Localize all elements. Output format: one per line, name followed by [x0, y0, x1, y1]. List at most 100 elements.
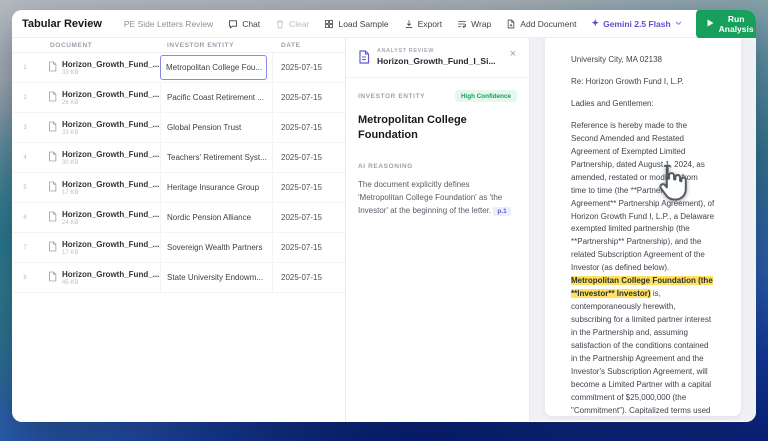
- table-row: 1 Horizon_Growth_Fund_... 33 KB Metropoli…: [12, 53, 345, 83]
- document-page: University City, MA 02138 Re: Horizon Gr…: [545, 38, 741, 416]
- run-analysis-button[interactable]: Run Analysis: [695, 10, 756, 39]
- document-viewer[interactable]: University City, MA 02138 Re: Horizon Gr…: [530, 38, 756, 421]
- document-cell[interactable]: Horizon_Growth_Fund_... 24 KB: [38, 209, 160, 227]
- document-cell[interactable]: Horizon_Growth_Fund_... 30 KB: [38, 149, 160, 167]
- file-icon: [48, 179, 57, 197]
- document-cell[interactable]: Horizon_Growth_Fund_... 33 KB: [38, 59, 160, 77]
- document-cell[interactable]: Horizon_Growth_Fund_... 45 KB: [38, 269, 160, 287]
- investor-cell-selected[interactable]: Metropolitan College Fou...: [160, 55, 267, 80]
- document-size: 26 KB: [62, 99, 79, 106]
- sparkle-icon: ✦: [591, 18, 600, 28]
- export-icon: [404, 19, 414, 29]
- investor-cell[interactable]: Teachers' Retirement Syst...: [160, 143, 272, 172]
- investor-cell[interactable]: Nordic Pension Alliance: [160, 203, 272, 232]
- file-icon: [48, 269, 57, 287]
- wrap-button[interactable]: Wrap: [457, 19, 491, 29]
- investor-cell[interactable]: State University Endowm...: [160, 263, 272, 292]
- column-header-date[interactable]: DATE: [272, 42, 345, 49]
- document-name: Horizon_Growth_Fund_...: [62, 179, 160, 189]
- document-size: 30 KB: [62, 159, 79, 166]
- table-row: 6 Horizon_Growth_Fund_... 24 KB Nordic Pe…: [12, 203, 345, 233]
- column-header-document[interactable]: DOCUMENT: [38, 42, 160, 49]
- table-row: 4 Horizon_Growth_Fund_... 30 KB Teachers'…: [12, 143, 345, 173]
- app-header: Tabular Review PE Side Letters Review Ch…: [12, 10, 756, 39]
- investor-cell[interactable]: Global Pension Trust: [160, 113, 272, 142]
- document-size: 45 KB: [62, 279, 79, 286]
- investor-cell[interactable]: Pacific Coast Retirement ...: [160, 83, 272, 112]
- table-row: 5 Horizon_Growth_Fund_... 17 KB Heritage …: [12, 173, 345, 203]
- date-cell[interactable]: 2025-07-15: [272, 143, 345, 172]
- field-value: Metropolitan College Foundation: [358, 114, 467, 141]
- clear-button[interactable]: Clear: [275, 19, 309, 29]
- document-name: Horizon_Growth_Fund_...: [62, 149, 160, 159]
- document-cell[interactable]: Horizon_Growth_Fund_... 17 KB: [38, 179, 160, 197]
- file-icon: [48, 59, 57, 77]
- play-icon: [707, 19, 714, 29]
- document-name: Horizon_Growth_Fund_...: [62, 119, 160, 129]
- table-row: 7 Horizon_Growth_Fund_... 17 KB Sovereign…: [12, 233, 345, 263]
- file-icon: [48, 209, 57, 227]
- export-button[interactable]: Export: [404, 19, 442, 29]
- add-document-icon: [506, 19, 516, 29]
- document-size: 17 KB: [62, 189, 79, 196]
- citation-badge[interactable]: p.1: [493, 207, 511, 217]
- row-number: 8: [23, 274, 27, 281]
- confidence-badge: High Confidence: [454, 90, 517, 102]
- date-cell[interactable]: 2025-07-15: [272, 113, 345, 142]
- document-name: Horizon_Growth_Fund_...: [62, 269, 160, 279]
- date-cell[interactable]: 2025-07-15: [272, 53, 345, 82]
- letter-re-line: Re: Horizon Growth Fund I, L.P.: [571, 76, 684, 86]
- file-icon: [48, 149, 57, 167]
- app-title: Tabular Review: [22, 17, 102, 30]
- document-size: 17 KB: [62, 249, 79, 256]
- load-sample-button[interactable]: Load Sample: [324, 19, 389, 29]
- row-number: 5: [23, 184, 27, 191]
- table-header-row: DOCUMENT INVESTOR ENTITY DATE: [12, 38, 345, 53]
- add-document-button[interactable]: Add Document: [506, 19, 577, 29]
- chevron-down-icon: [675, 21, 682, 26]
- documents-table: DOCUMENT INVESTOR ENTITY DATE 1 Horizon_…: [12, 38, 345, 421]
- document-name: Horizon_Growth_Fund_...: [62, 209, 160, 219]
- analyst-file-icon: [358, 50, 370, 69]
- date-cell[interactable]: 2025-07-15: [272, 263, 345, 292]
- file-icon: [48, 119, 57, 137]
- table-row: 2 Horizon_Growth_Fund_... 26 KB Pacific C…: [12, 83, 345, 113]
- wrap-icon: [457, 19, 467, 29]
- letter-body: Reference is hereby made to the Second A…: [571, 120, 715, 415]
- document-name: Horizon_Growth_Fund_...: [62, 239, 160, 249]
- date-cell[interactable]: 2025-07-15: [272, 83, 345, 112]
- analyst-review-header: ANALYST REVIEW Horizon_Growth_Fund_I_Si.…: [346, 38, 529, 78]
- highlighted-citation-text[interactable]: Metropolitan College Foundation (the **I…: [571, 276, 713, 299]
- document-cell[interactable]: Horizon_Growth_Fund_... 26 KB: [38, 89, 160, 107]
- model-selector[interactable]: ✦ Gemini 2.5 Flash: [592, 18, 682, 29]
- column-header-investor[interactable]: INVESTOR ENTITY: [160, 42, 272, 49]
- table-row: 3 Horizon_Growth_Fund_... 33 KB Global Pe…: [12, 113, 345, 143]
- ai-reasoning-label: AI REASONING: [358, 162, 413, 170]
- document-cell[interactable]: Horizon_Growth_Fund_... 17 KB: [38, 239, 160, 257]
- investor-cell[interactable]: Heritage Insurance Group: [160, 173, 272, 202]
- trash-icon: [275, 19, 285, 29]
- table-row: 8 Horizon_Growth_Fund_... 45 KB State Uni…: [12, 263, 345, 293]
- row-number: 2: [23, 94, 27, 101]
- close-icon[interactable]: ×: [507, 48, 519, 61]
- row-number: 4: [23, 154, 27, 161]
- file-icon: [48, 89, 57, 107]
- row-number: 1: [23, 64, 27, 71]
- document-cell[interactable]: Horizon_Growth_Fund_... 33 KB: [38, 119, 160, 137]
- chat-icon: [228, 19, 238, 29]
- letter-salutation: Ladies and Gentlemen:: [571, 98, 654, 108]
- review-name: PE Side Letters Review: [123, 18, 214, 29]
- document-size: 33 KB: [62, 69, 79, 76]
- date-cell[interactable]: 2025-07-15: [272, 173, 345, 202]
- field-label: INVESTOR ENTITY: [358, 92, 426, 100]
- row-number: 3: [23, 124, 27, 131]
- analyst-review-panel: ANALYST REVIEW Horizon_Growth_Fund_I_Si.…: [345, 38, 530, 421]
- chat-button[interactable]: Chat: [228, 19, 260, 29]
- document-name: Horizon_Growth_Fund_...: [62, 59, 160, 69]
- date-cell[interactable]: 2025-07-15: [272, 203, 345, 232]
- date-cell[interactable]: 2025-07-15: [272, 233, 345, 262]
- document-name: Horizon_Growth_Fund_...: [62, 89, 160, 99]
- investor-cell[interactable]: Sovereign Wealth Partners: [160, 233, 272, 262]
- load-sample-icon: [324, 19, 334, 29]
- app-window: Tabular Review PE Side Letters Review Ch…: [12, 10, 756, 422]
